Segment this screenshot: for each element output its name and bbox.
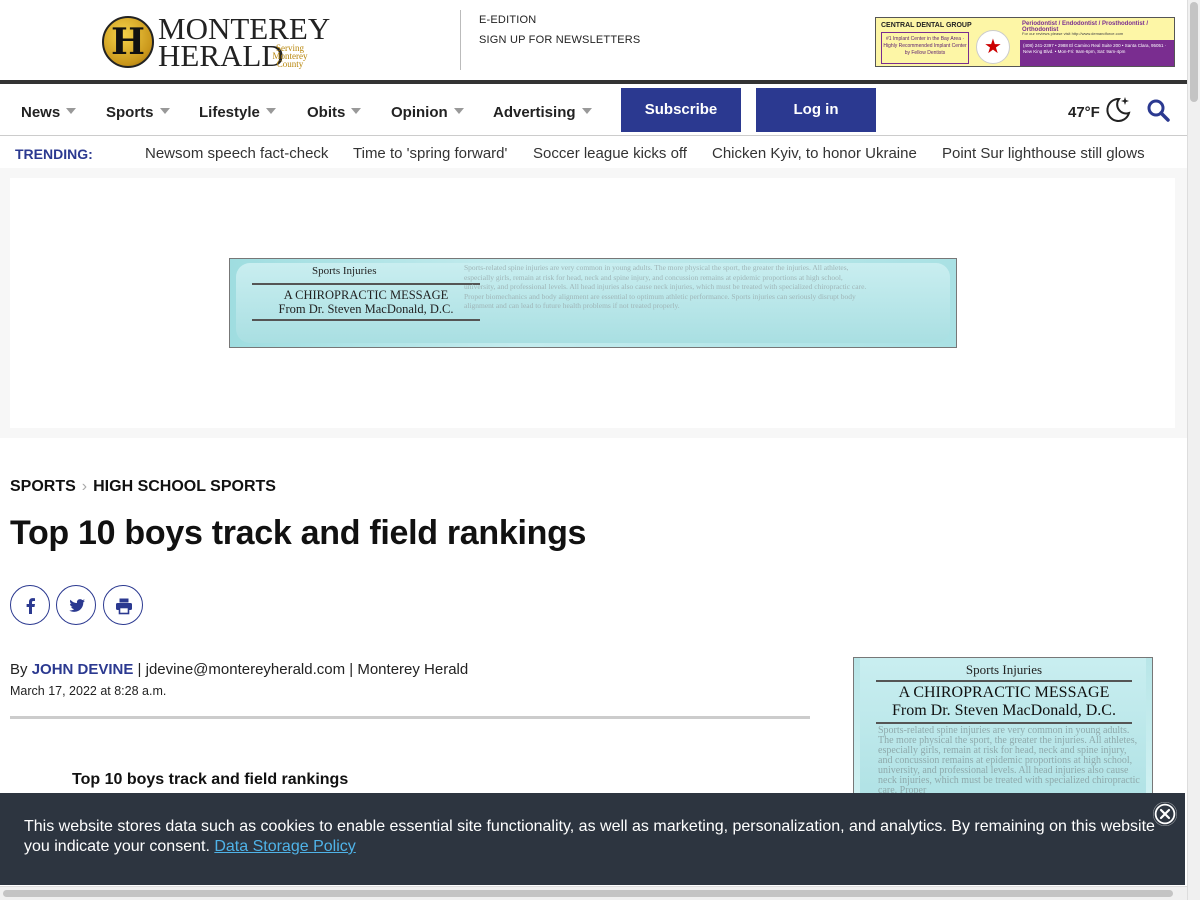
weather-temperature[interactable]: 47°F [1068,104,1100,121]
ad-body-text: Sports-related spine injuries are very c… [878,725,1140,796]
subscribe-button[interactable]: Subscribe [621,88,741,132]
ad-business-name: CENTRAL DENTAL GROUP [881,22,972,29]
trending-link[interactable]: Soccer league kicks off [533,145,687,162]
ad-title-line: From Dr. Steven MacDonald, D.C. [278,302,454,316]
close-icon[interactable] [1153,802,1177,826]
caret-down-icon [265,108,276,114]
chevron-right-icon: › [81,478,88,495]
logo-word-herald: HERALD [158,38,284,73]
share-twitter-button[interactable] [56,585,96,625]
search-icon[interactable] [1146,98,1170,122]
site-logo[interactable]: H MONTEREY HERALD Serving Monterey Count… [102,13,330,73]
trending-link[interactable]: Time to 'spring forward' [353,145,507,162]
ad-title: A CHIROPRACTIC MESSAGE From Dr. Steven M… [252,288,480,316]
breadcrumb-sports[interactable]: SPORTS [10,478,76,495]
main-nav: News Sports Lifestyle Obits Opinion Adve… [0,80,1187,136]
caret-down-icon [351,108,362,114]
trending-label: TRENDING: [15,146,93,162]
site-header: H MONTEREY HERALD Serving Monterey Count… [0,0,1200,80]
ad-rule [876,680,1132,682]
ad-left-text: #1 Implant Center in the Bay Area · High… [881,32,969,64]
ad-rule [876,722,1132,724]
ad-heading: Sports Injuries [965,662,1043,677]
e-edition-link[interactable]: E-EDITION [479,14,536,26]
sidebar-chiropractic-ad[interactable]: Sports Injuries A CHIROPRACTIC MESSAGE F… [853,657,1153,797]
scrollbar-thumb[interactable] [3,890,1173,897]
nav-item-obits[interactable]: Obits [307,104,362,121]
article-subheading: Top 10 boys track and field rankings [72,771,349,788]
breadcrumb-high-school-sports[interactable]: HIGH SCHOOL SPORTS [93,478,276,495]
ad-reviews-note: For our reviews please visit http://www.… [1022,31,1124,36]
trending-link[interactable]: Chicken Kyiv, to honor Ukraine [712,145,917,162]
caret-down-icon [581,108,592,114]
ad-rule [252,319,480,321]
article-date: March 17, 2022 at 8:28 a.m. [10,684,167,698]
ad-heading: Sports Injuries [312,265,377,277]
ad-contact-info: (408) 241-2397 • 2988 El Camino Real Sui… [1020,40,1174,66]
horizontal-scrollbar[interactable] [0,886,1187,900]
article-byline: By JOHN DEVINE | jdevine@montereyherald.… [10,661,468,678]
nav-item-label: Obits [307,104,346,121]
twitter-icon [69,599,85,612]
trending-bar: TRENDING: Newsom speech fact-check Time … [0,137,1187,169]
byline-prefix: By [10,661,28,678]
ad-award-badge-icon: ★ [976,30,1010,64]
share-facebook-button[interactable] [10,585,50,625]
nav-item-sports[interactable]: Sports [106,104,170,121]
chiropractic-banner-ad[interactable]: Sports Injuries A CHIROPRACTIC MESSAGE F… [229,258,957,348]
login-button[interactable]: Log in [756,88,876,132]
moon-stars-icon [1106,97,1131,122]
caret-down-icon [66,108,77,114]
breadcrumb: SPORTS › HIGH SCHOOL SPORTS [10,478,276,496]
cookie-consent-banner: This website stores data such as cookies… [0,793,1185,885]
nav-item-advertising[interactable]: Advertising [493,104,592,121]
trending-link[interactable]: Point Sur lighthouse still glows [942,145,1145,162]
caret-down-icon [159,108,170,114]
article-divider [10,716,810,719]
ad-body-text: Sports-related spine injuries are very c… [464,263,867,310]
author-link[interactable]: JOHN DEVINE [32,661,134,678]
ad-title-line: A CHIROPRACTIC MESSAGE [898,684,1110,701]
cookie-text: This website stores data such as cookies… [24,818,1155,855]
nav-item-lifestyle[interactable]: Lifestyle [199,104,276,121]
scrollbar-thumb[interactable] [1190,2,1198,102]
cookie-message: This website stores data such as cookies… [24,817,1164,857]
nav-item-label: Opinion [391,104,448,121]
nav-item-label: Lifestyle [199,104,260,121]
logo-badge: H [102,16,154,68]
ad-title-line: A CHIROPRACTIC MESSAGE [283,288,449,302]
facebook-icon [26,598,35,614]
ad-rule [252,283,480,285]
top-banner-ad[interactable]: CENTRAL DENTAL GROUP #1 Implant Center i… [875,17,1175,67]
nav-item-label: Sports [106,104,154,121]
data-storage-policy-link[interactable]: Data Storage Policy [214,838,355,855]
vertical-scrollbar[interactable] [1187,0,1200,900]
ad-title-line: From Dr. Steven MacDonald, D.C. [892,702,1116,719]
print-button[interactable] [103,585,143,625]
print-icon [116,598,132,615]
logo-tagline: Serving Monterey County [272,43,308,69]
trending-link[interactable]: Newsom speech fact-check [145,145,328,162]
caret-down-icon [453,108,464,114]
newsletter-signup-link[interactable]: SIGN UP FOR NEWSLETTERS [479,34,640,46]
byline-contact: | jdevine@montereyherald.com | Monterey … [133,661,469,678]
nav-item-label: Advertising [493,104,576,121]
nav-item-label: News [21,104,61,121]
nav-item-news[interactable]: News [21,104,77,121]
article-headline: Top 10 boys track and field rankings [10,514,587,552]
ad-title: A CHIROPRACTIC MESSAGE From Dr. Steven M… [854,684,1152,720]
nav-item-opinion[interactable]: Opinion [391,104,464,121]
header-divider [460,10,461,70]
